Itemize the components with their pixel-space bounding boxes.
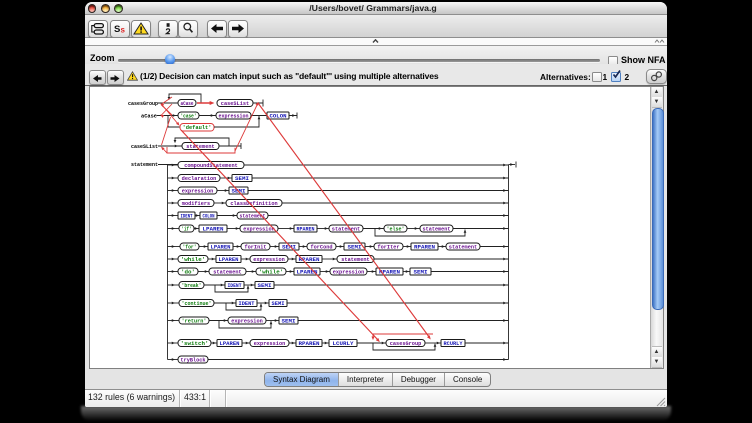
svg-text:expression: expression bbox=[332, 269, 364, 275]
svg-text:'if': 'if' bbox=[181, 226, 191, 232]
svg-text:SEMI: SEMI bbox=[257, 283, 271, 289]
svg-text:statement: statement bbox=[186, 144, 214, 150]
svg-text:'do': 'do' bbox=[181, 269, 195, 275]
svg-text:declaration: declaration bbox=[181, 176, 216, 182]
svg-text:statement: statement bbox=[448, 244, 476, 250]
svg-text:tryBlock: tryBlock bbox=[180, 357, 205, 363]
svg-text:expression: expression bbox=[253, 341, 285, 347]
svg-text:casesGroup: casesGroup bbox=[389, 341, 421, 347]
svg-text:casesGroup: casesGroup bbox=[128, 101, 158, 107]
svg-text:forCond: forCond bbox=[310, 244, 332, 250]
svg-text:LPAREN: LPAREN bbox=[219, 341, 239, 347]
svg-text:RPAREN: RPAREN bbox=[414, 244, 435, 250]
svg-text:IDENT: IDENT bbox=[227, 283, 241, 289]
svg-text:SEMI: SEMI bbox=[281, 318, 295, 324]
svg-text:SEMI: SEMI bbox=[347, 244, 361, 250]
svg-text:'while': 'while' bbox=[258, 269, 283, 275]
svg-text:RCURLY: RCURLY bbox=[443, 341, 463, 347]
svg-text:COLON: COLON bbox=[202, 213, 214, 219]
svg-text:statement: statement bbox=[341, 257, 369, 263]
svg-text:'case': 'case' bbox=[180, 113, 196, 119]
svg-text:IDENT: IDENT bbox=[238, 301, 254, 307]
svg-text:expression: expression bbox=[231, 318, 263, 324]
svg-text:compoundStatement: compoundStatement bbox=[184, 163, 238, 169]
svg-text:caseSList: caseSList bbox=[220, 101, 248, 107]
svg-text:forIter: forIter bbox=[377, 244, 399, 250]
svg-text:'else': 'else' bbox=[386, 226, 404, 232]
svg-text:SEMI: SEMI bbox=[235, 176, 249, 182]
svg-text:caseSList: caseSList bbox=[131, 144, 158, 150]
svg-text:LPAREN: LPAREN bbox=[218, 257, 238, 263]
svg-text:classDefinition: classDefinition bbox=[230, 201, 277, 207]
svg-text:'continue': 'continue' bbox=[181, 301, 211, 307]
svg-text:'return': 'return' bbox=[181, 318, 206, 324]
svg-text:aCase: aCase bbox=[180, 101, 193, 107]
svg-text:'while': 'while' bbox=[180, 257, 205, 263]
svg-text:S: S bbox=[114, 24, 120, 35]
svg-text:statement: statement bbox=[422, 226, 450, 232]
svg-text:modifiers: modifiers bbox=[181, 201, 209, 207]
svg-text:'default': 'default' bbox=[182, 125, 211, 131]
svg-text:statement: statement bbox=[131, 162, 158, 168]
svg-text:'switch': 'switch' bbox=[180, 341, 208, 347]
svg-text:s: s bbox=[120, 26, 125, 35]
svg-text:forInit: forInit bbox=[244, 244, 266, 250]
svg-text:expression: expression bbox=[253, 257, 285, 263]
svg-text:LCURLY: LCURLY bbox=[332, 341, 354, 347]
svg-text:RPAREN: RPAREN bbox=[298, 341, 319, 347]
svg-text:aCase: aCase bbox=[141, 113, 157, 119]
svg-text:'for': 'for' bbox=[182, 244, 196, 250]
svg-text:SEMI: SEMI bbox=[271, 301, 284, 307]
svg-text:statement: statement bbox=[331, 226, 359, 232]
svg-text:'break': 'break' bbox=[181, 283, 201, 289]
svg-text:RPAREN: RPAREN bbox=[296, 226, 314, 232]
svg-text:SEMI: SEMI bbox=[413, 269, 427, 275]
svg-text:statement: statement bbox=[213, 269, 241, 275]
svg-text:COLON: COLON bbox=[269, 113, 286, 119]
svg-text:IDENT: IDENT bbox=[180, 213, 192, 219]
svg-text:LPAREN: LPAREN bbox=[210, 244, 230, 250]
svg-text:expression: expression bbox=[181, 188, 213, 194]
svg-text:expression: expression bbox=[218, 113, 248, 119]
svg-text:LPAREN: LPAREN bbox=[202, 226, 223, 232]
svg-text:expression: expression bbox=[243, 226, 275, 232]
